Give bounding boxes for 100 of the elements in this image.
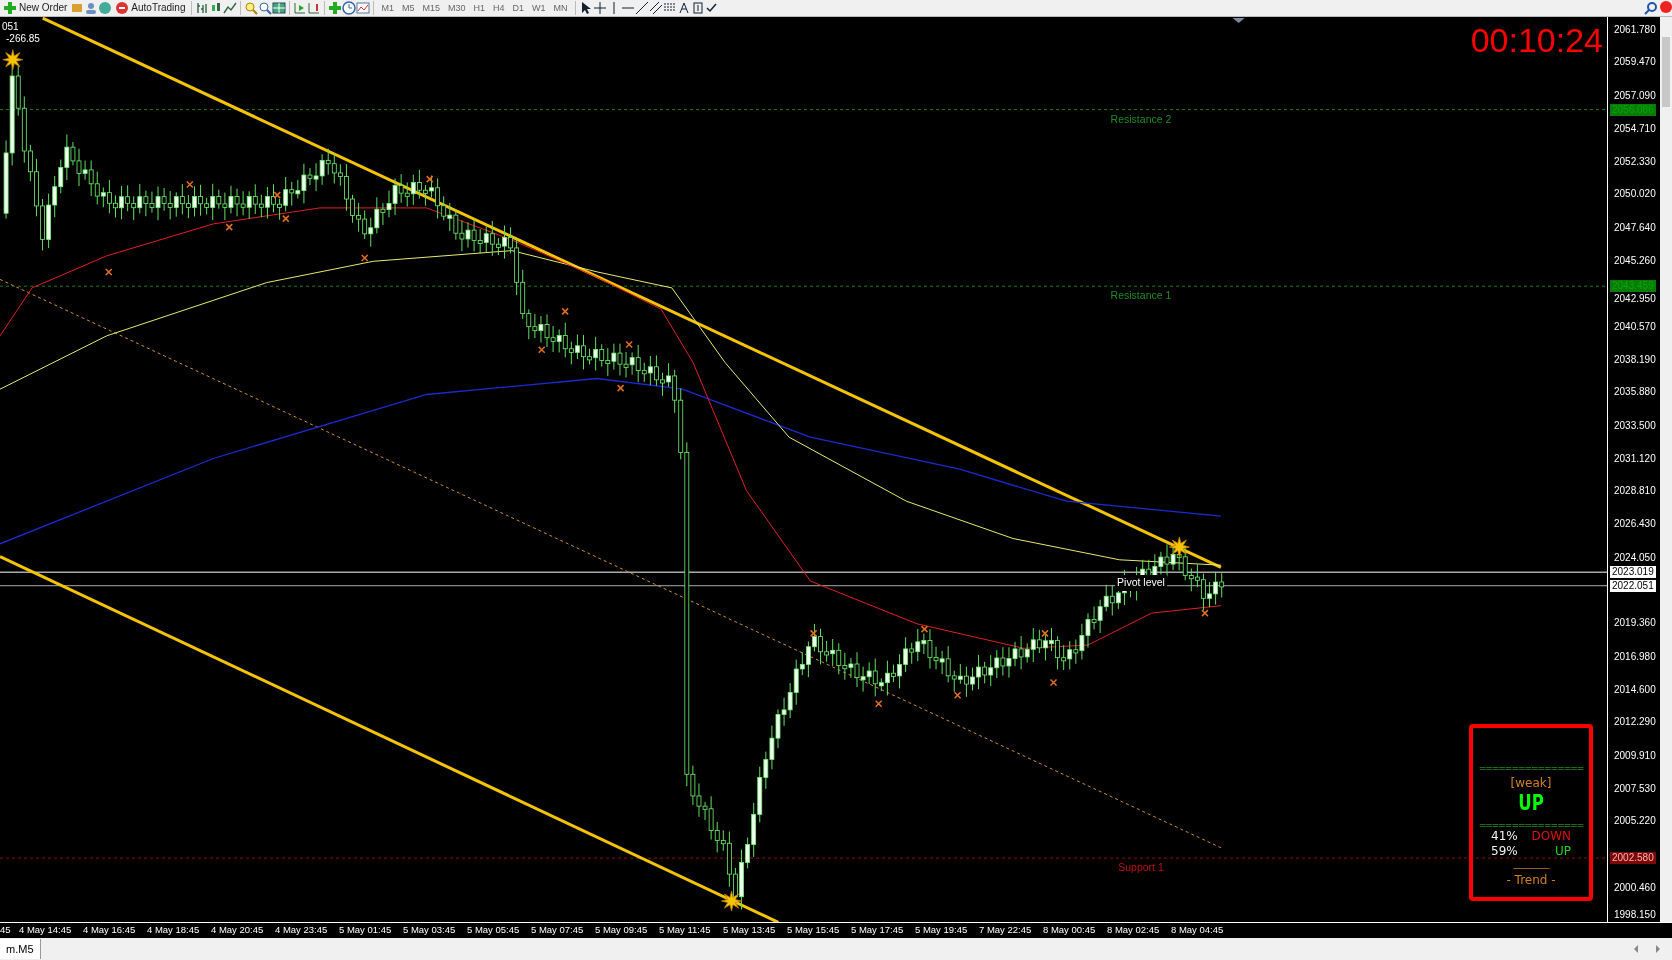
time-label: 7 May 22:45 — [979, 923, 1033, 937]
notification-icon[interactable] — [1658, 1, 1672, 15]
price-label: 2045.260 — [1614, 255, 1656, 267]
zoom-in-icon[interactable] — [244, 1, 259, 15]
price-label: 2005.220 — [1614, 815, 1656, 828]
price-label: 2019.360 — [1614, 617, 1656, 630]
separator-text: ================ — [1478, 821, 1584, 829]
price-label: 2009.910 — [1614, 749, 1656, 762]
timeframe-button[interactable]: M15 — [418, 0, 444, 16]
cross-marker-icon — [561, 307, 569, 316]
time-label: 45 — [0, 923, 12, 937]
timeframe-button[interactable]: D1 — [508, 0, 529, 16]
price-label: 2031.120 — [1614, 452, 1656, 465]
tab-scroll-arrows-icon[interactable] — [1632, 943, 1662, 955]
scrollbar[interactable] — [1660, 17, 1672, 922]
time-label: 5 May 09:45 — [595, 923, 649, 937]
direction-label: DOWN — [1531, 829, 1571, 844]
price-tag: 2023.019 — [1610, 566, 1656, 579]
timeframe-button[interactable]: M30 — [444, 0, 470, 16]
cross-marker-icon — [282, 214, 290, 223]
price-label: 2033.500 — [1614, 419, 1656, 432]
percent-text: 59% — [1491, 844, 1518, 859]
cross-marker-icon — [1041, 629, 1049, 638]
cross-marker-icon — [225, 223, 233, 231]
info-text: -266.85 — [6, 33, 40, 45]
info-text: 051 — [2, 21, 19, 33]
price-label: 2040.570 — [1614, 320, 1656, 333]
stop-icon[interactable] — [115, 1, 130, 15]
price-label: 2054.710 — [1614, 122, 1656, 135]
time-label: 5 May 11:45 — [659, 923, 712, 937]
timeframe-button[interactable]: H1 — [469, 0, 490, 16]
level-label: Resistance 1 — [1110, 288, 1172, 304]
line-chart-icon[interactable] — [223, 1, 238, 15]
cross-marker-icon — [953, 691, 962, 699]
tile-icon[interactable] — [272, 1, 287, 15]
separator-text: ---------------- — [1513, 863, 1549, 873]
star-icon — [2, 49, 24, 71]
price-label: 2038.190 — [1614, 353, 1656, 366]
shift-icon[interactable] — [307, 1, 322, 15]
star-icon — [721, 890, 742, 912]
cross-marker-icon — [616, 384, 625, 392]
cross-marker-icon — [105, 268, 113, 276]
time-label: 4 May 18:45 — [147, 923, 201, 937]
toolbar-button[interactable]: AutoTrading — [112, 0, 189, 16]
timeframe-button[interactable]: M5 — [398, 0, 419, 16]
level-label: Pivot level — [1115, 575, 1167, 591]
price-label: 2026.430 — [1614, 518, 1656, 531]
zoom-out-icon[interactable] — [258, 1, 273, 15]
bar-chart-icon[interactable] — [195, 1, 210, 15]
text-tool-icon[interactable] — [676, 1, 691, 15]
people-icon[interactable] — [84, 1, 99, 15]
price-label: 2057.090 — [1614, 89, 1656, 102]
price-label: 2014.600 — [1614, 683, 1656, 696]
time-label: 5 May 07:45 — [531, 923, 585, 937]
clock-icon[interactable] — [342, 1, 357, 15]
price-label: 2000.460 — [1614, 881, 1656, 894]
price-tag: 2022.051 — [1610, 579, 1656, 592]
percent-text: 41% — [1491, 829, 1518, 844]
time-label: 5 May 19:45 — [915, 923, 969, 937]
price-label: 2016.980 — [1614, 650, 1656, 663]
cross-marker-icon — [186, 180, 194, 189]
time-label: 5 May 15:45 — [787, 923, 841, 937]
cross-marker-icon — [920, 625, 929, 633]
cross-marker-icon — [625, 340, 633, 349]
price-label: 2061.780 — [1614, 23, 1656, 36]
plus-icon[interactable] — [3, 1, 17, 15]
timeframe-button[interactable]: M1 — [377, 0, 398, 16]
add-indicator-icon[interactable] — [328, 1, 343, 15]
search-icon[interactable] — [1644, 1, 1658, 15]
direction-text: UP — [1518, 791, 1544, 815]
price-tag: 2002.580 — [1610, 852, 1656, 865]
scroll-icon[interactable] — [293, 1, 308, 15]
time-label: 8 May 04:45 — [1171, 923, 1225, 937]
trendline-icon[interactable] — [634, 1, 649, 15]
price-label: 2047.640 — [1614, 221, 1656, 234]
price-label: 2059.470 — [1614, 56, 1656, 69]
price-label: 2042.950 — [1614, 293, 1656, 306]
level-label: Resistance 2 — [1110, 111, 1172, 127]
template-icon[interactable] — [356, 1, 371, 15]
cross-marker-icon — [426, 175, 434, 183]
timeframe-button[interactable]: MN — [549, 0, 572, 16]
time-label: 4 May 16:45 — [83, 923, 137, 937]
timeframe-button[interactable]: H4 — [489, 0, 509, 16]
price-label: 2024.050 — [1614, 551, 1656, 564]
separator-text: ================ — [1478, 764, 1584, 772]
time-label: 8 May 02:45 — [1107, 923, 1161, 937]
cross-marker-icon — [1201, 609, 1209, 617]
timeframe-button[interactable]: W1 — [528, 0, 550, 16]
star-icon — [1169, 536, 1190, 558]
cross-marker-icon — [874, 700, 883, 708]
price-label: 2007.530 — [1614, 782, 1656, 795]
toolbar-button[interactable]: New Order — [0, 0, 71, 16]
chart-tab[interactable]: m.M5 — [0, 938, 41, 960]
time-label: 5 May 03:45 — [403, 923, 457, 937]
cross-marker-icon — [360, 254, 369, 262]
time-label: 5 May 01:45 — [339, 923, 393, 937]
price-label: 2012.290 — [1614, 716, 1656, 729]
price-label: 2050.020 — [1614, 188, 1656, 201]
cross-marker-icon — [1049, 678, 1058, 687]
price-label: 2028.810 — [1614, 485, 1656, 498]
